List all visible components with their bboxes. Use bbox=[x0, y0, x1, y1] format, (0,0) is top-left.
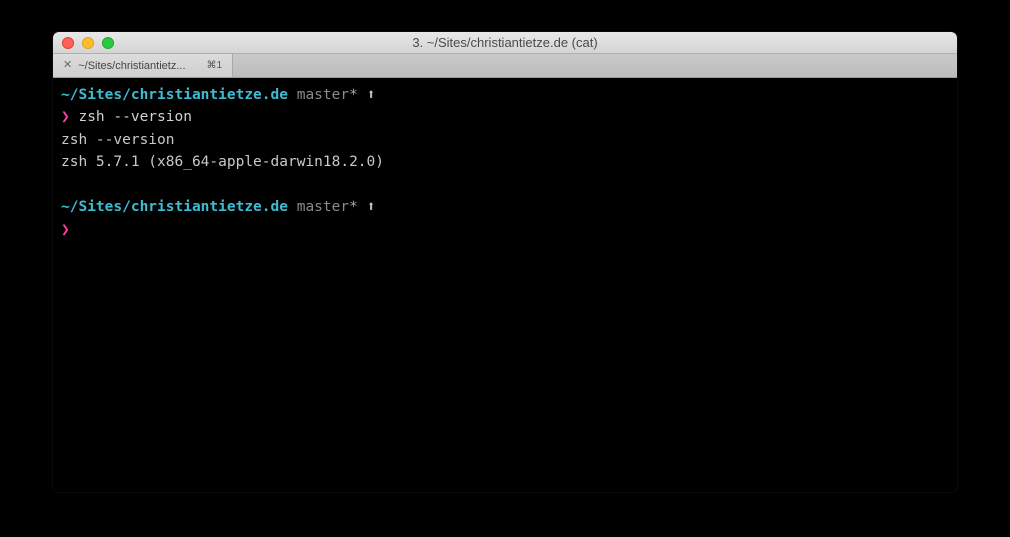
git-branch: master bbox=[297, 199, 349, 215]
tab-shortcut: ⌘1 bbox=[206, 60, 222, 71]
git-branch: master bbox=[297, 87, 349, 103]
terminal-window: 3. ~/Sites/christiantietze.de (cat) ✕ ~/… bbox=[53, 32, 957, 492]
git-ahead-icon: ⬆ bbox=[367, 199, 376, 215]
traffic-lights bbox=[53, 37, 114, 49]
tabbar: ✕ ~/Sites/christiantietz... ⌘1 bbox=[53, 54, 957, 78]
git-dirty-indicator: * bbox=[349, 199, 358, 215]
minimize-icon[interactable] bbox=[82, 37, 94, 49]
output-line: zsh --version bbox=[61, 129, 949, 151]
zoom-icon[interactable] bbox=[102, 37, 114, 49]
prompt-line: ~/Sites/christiantietze.de master* ⬆ bbox=[61, 196, 949, 218]
cwd-path: ~/Sites/christiantietze.de bbox=[61, 199, 288, 215]
prompt-chevron-icon: ❯ bbox=[61, 222, 70, 238]
titlebar[interactable]: 3. ~/Sites/christiantietze.de (cat) bbox=[53, 32, 957, 54]
tab-label: ~/Sites/christiantietz... bbox=[78, 60, 200, 72]
empty-prompt-line: ❯ bbox=[61, 219, 949, 241]
terminal-body[interactable]: ~/Sites/christiantietze.de master* ⬆ ❯ z… bbox=[53, 78, 957, 492]
git-dirty-indicator: * bbox=[349, 87, 358, 103]
output-line: zsh 5.7.1 (x86_64-apple-darwin18.2.0) bbox=[61, 151, 949, 173]
command-line: ❯ zsh --version bbox=[61, 106, 949, 128]
git-ahead-icon: ⬆ bbox=[367, 87, 376, 103]
window-title: 3. ~/Sites/christiantietze.de (cat) bbox=[53, 35, 957, 50]
tab-terminal[interactable]: ✕ ~/Sites/christiantietz... ⌘1 bbox=[53, 54, 233, 77]
close-icon[interactable] bbox=[62, 37, 74, 49]
prompt-chevron-icon: ❯ bbox=[61, 109, 70, 125]
prompt-line: ~/Sites/christiantietze.de master* ⬆ bbox=[61, 84, 949, 106]
command-text: zsh --version bbox=[78, 109, 192, 125]
close-tab-icon[interactable]: ✕ bbox=[63, 60, 72, 71]
blank-line bbox=[61, 174, 949, 196]
cwd-path: ~/Sites/christiantietze.de bbox=[61, 87, 288, 103]
